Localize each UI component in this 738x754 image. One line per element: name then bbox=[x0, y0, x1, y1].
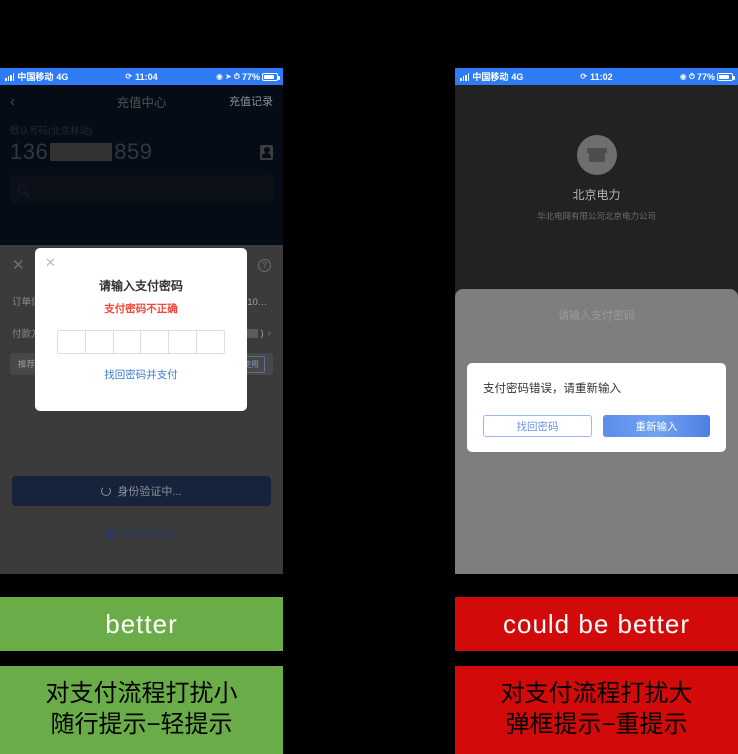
merchant-info: 北京电力 华北电网有限公司北京电力公司 bbox=[455, 85, 738, 222]
battery-icon bbox=[262, 72, 280, 81]
wifi-icon: ◉ bbox=[679, 71, 687, 81]
alert-actions: 找回密码 重新输入 bbox=[483, 415, 710, 437]
password-modal-title: 请输入支付密码 bbox=[98, 279, 183, 293]
note-bad-line1: 对支付流程打扰大 bbox=[500, 680, 693, 708]
battery-percent-label: 77% bbox=[241, 71, 260, 82]
password-modal: ✕ 请输入支付密码 支付密码不正确 找回密码并支付 bbox=[35, 248, 247, 411]
left-phone-screen: 中国移动 4G ⟳ 11:04 ◉ ➤ ⏱ 77% ‹ 充值中心 充值记录 默认… bbox=[0, 68, 283, 574]
error-alert-dialog: 支付密码错误，请重新输入 找回密码 重新输入 bbox=[467, 363, 726, 452]
clock-label: 11:02 bbox=[590, 71, 613, 82]
merchant-subtitle: 华北电网有限公司北京电力公司 bbox=[536, 211, 656, 221]
close-icon[interactable]: ✕ bbox=[12, 258, 25, 273]
verdict-badge-good: better bbox=[0, 597, 283, 651]
right-phone-screen: 中国移动 4G ⟳ 11:02 ◉ ⏱ 77% 北京电力 华北电网有限公司北京电… bbox=[455, 68, 738, 574]
status-bar-right: ◉ ⏱ 77% bbox=[679, 71, 735, 82]
password-digit-cell[interactable] bbox=[169, 331, 198, 353]
shop-icon bbox=[576, 135, 617, 175]
note-good-line2: 随行提示−轻提示 bbox=[50, 711, 233, 738]
sync-icon: ⟳ bbox=[580, 71, 588, 81]
wifi-icon: ◉ bbox=[216, 71, 224, 81]
password-input[interactable] bbox=[57, 330, 225, 354]
password-error-message: 支付密码不正确 bbox=[104, 303, 178, 315]
alarm-icon: ⏱ bbox=[688, 71, 695, 81]
clock-label: 11:04 bbox=[135, 71, 158, 82]
note-good-line1: 对支付流程打扰小 bbox=[45, 680, 238, 708]
recharge-history-link[interactable]: 充值记录 bbox=[229, 93, 273, 109]
merchant-name: 北京电力 bbox=[572, 188, 621, 202]
password-digit-cell[interactable] bbox=[114, 331, 142, 353]
password-digit-cell[interactable] bbox=[197, 331, 224, 353]
sync-icon: ⟳ bbox=[125, 71, 133, 81]
retrieve-password-button[interactable]: 找回密码 bbox=[483, 415, 592, 437]
help-icon[interactable]: ? bbox=[258, 258, 271, 272]
recharge-page: ‹ 充值中心 充值记录 默认号码(北京移动) 136 859 ✕ ? 订单信息 … bbox=[0, 85, 283, 574]
alipay-footer: 支付就用支付宝 bbox=[0, 528, 283, 540]
alert-message: 支付密码错误，请重新输入 bbox=[483, 383, 621, 395]
alipay-logo-icon bbox=[104, 529, 115, 539]
note-bad: 对支付流程打扰大 弹框提示−重提示 bbox=[455, 666, 738, 754]
alipay-footer-text: 支付就用支付宝 bbox=[118, 529, 179, 539]
password-sheet-title: 请输入支付密码 bbox=[558, 310, 635, 322]
pay-button-label: 身份验证中... bbox=[117, 486, 182, 498]
password-digit-cell[interactable] bbox=[86, 331, 114, 353]
battery-icon bbox=[717, 72, 735, 81]
battery-percent-label: 77% bbox=[696, 71, 715, 82]
forgot-password-link[interactable]: 找回密码并支付 bbox=[35, 367, 247, 382]
chevron-right-icon: › bbox=[267, 327, 271, 339]
note-bad-line2: 弹框提示−重提示 bbox=[505, 711, 688, 738]
verdict-badge-bad: could be better bbox=[455, 597, 738, 651]
alarm-icon: ⏱ bbox=[233, 71, 240, 81]
password-digit-cell[interactable] bbox=[58, 331, 86, 353]
close-icon[interactable]: ✕ bbox=[45, 256, 56, 269]
bank-card-tail: ) bbox=[260, 327, 264, 339]
note-good: 对支付流程打扰小 随行提示−轻提示 bbox=[0, 666, 283, 754]
merchant-page: 北京电力 华北电网有限公司北京电力公司 请输入支付密码 找回密码 支付密码错误，… bbox=[455, 85, 738, 574]
reenter-button[interactable]: 重新输入 bbox=[603, 415, 710, 437]
loading-spinner-icon bbox=[101, 486, 112, 496]
right-status-bar: 中国移动 4G ⟳ 11:02 ◉ ⏱ 77% bbox=[455, 68, 738, 85]
status-bar-right: ◉ ➤ ⏱ 77% bbox=[216, 71, 280, 82]
comparison-screenshot: 中国移动 4G ⟳ 11:04 ◉ ➤ ⏱ 77% ‹ 充值中心 充值记录 默认… bbox=[0, 0, 738, 754]
pay-button[interactable]: 身份验证中... bbox=[12, 476, 271, 506]
password-digit-cell[interactable] bbox=[141, 331, 170, 353]
left-status-bar: 中国移动 4G ⟳ 11:04 ◉ ➤ ⏱ 77% bbox=[0, 68, 283, 85]
location-icon: ➤ bbox=[225, 71, 232, 81]
